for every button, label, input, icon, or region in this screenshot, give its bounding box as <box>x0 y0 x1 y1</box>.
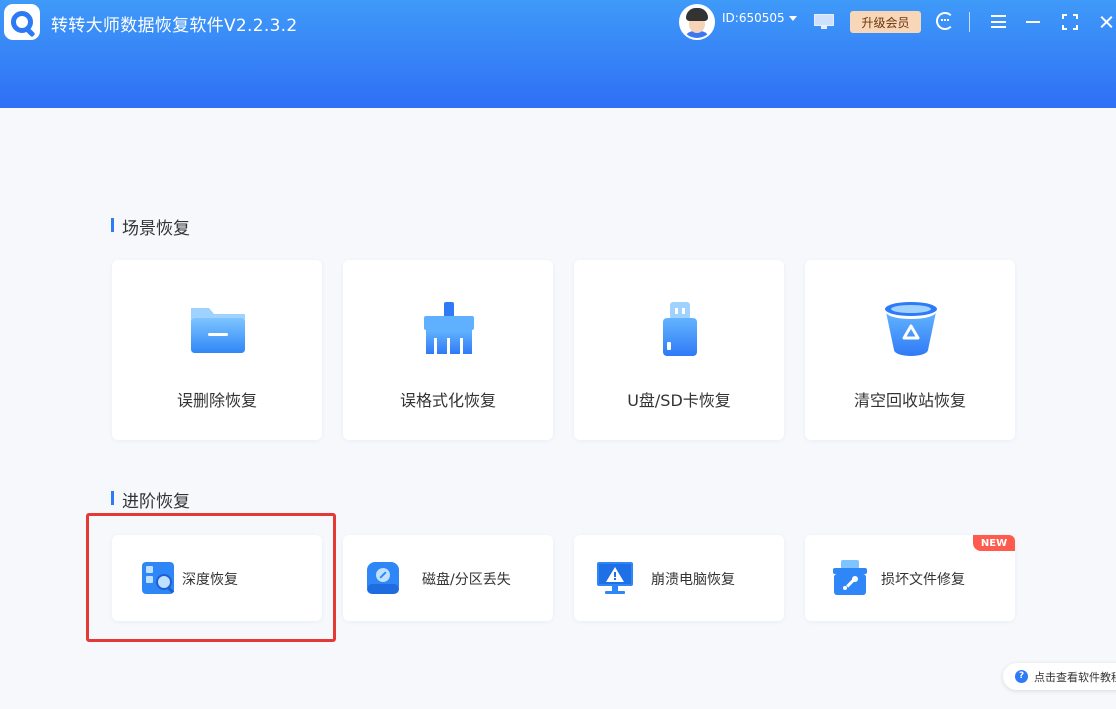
adv-card-label: 磁盘/分区丢失 <box>422 572 511 588</box>
repair-file-icon <box>833 560 867 595</box>
scene-card-label: 误格式化恢复 <box>399 391 496 410</box>
scene-card-usb-recovery[interactable]: U盘/SD卡恢复 <box>574 260 784 440</box>
scene-card-label: U盘/SD卡恢复 <box>627 391 731 410</box>
avatar[interactable] <box>679 4 715 40</box>
help-tutorial-label: 点击查看软件教程 <box>1034 671 1116 684</box>
broom-icon <box>424 302 474 354</box>
scene-card-deleted-recovery[interactable]: 误删除恢复 <box>112 260 322 440</box>
scene-card-recycle-bin-recovery[interactable]: 清空回收站恢复 <box>805 260 1015 440</box>
scene-card-label: 清空回收站恢复 <box>853 391 966 410</box>
adv-card-disk-partition-lost[interactable]: 磁盘/分区丢失 <box>343 535 553 621</box>
scene-card-format-recovery[interactable]: 误格式化恢复 <box>343 260 553 440</box>
adv-card-label: 损坏文件修复 <box>881 572 965 588</box>
adv-card-label: 崩溃电脑恢复 <box>651 572 735 588</box>
recycle-bin-icon <box>885 302 937 356</box>
menu-icon[interactable] <box>991 15 1006 28</box>
help-tutorial-button[interactable]: ? 点击查看软件教程 <box>1003 663 1116 690</box>
usb-drive-icon <box>663 302 697 356</box>
scene-card-label: 误删除恢复 <box>176 391 257 410</box>
chevron-down-icon[interactable] <box>789 16 797 21</box>
customer-service-icon[interactable] <box>936 12 954 30</box>
section-title-advanced-recovery: 进阶恢复 <box>111 487 190 512</box>
header-divider <box>969 12 970 32</box>
maximize-icon[interactable] <box>1062 14 1078 30</box>
crashed-monitor-icon <box>597 562 633 594</box>
folder-icon <box>191 308 245 353</box>
upgrade-vip-button[interactable]: 升级会员 <box>850 11 921 33</box>
new-badge: NEW <box>973 535 1015 551</box>
minimize-icon[interactable] <box>1026 21 1040 23</box>
monitor-icon[interactable] <box>814 14 834 29</box>
disk-icon <box>367 562 399 594</box>
section-title-scene-recovery: 场景恢复 <box>111 214 190 239</box>
adv-card-crashed-pc-recovery[interactable]: 崩溃电脑恢复 <box>574 535 784 621</box>
user-id-label[interactable]: ID:650505 <box>722 11 785 25</box>
app-title: 转转大师数据恢复软件V2.2.3.2 <box>51 16 298 36</box>
app-logo-icon <box>4 4 40 40</box>
title-bar: 转转大师数据恢复软件V2.2.3.2 ID:650505 升级会员 <box>0 0 1116 108</box>
help-icon: ? <box>1015 670 1028 683</box>
highlight-box <box>86 513 336 642</box>
adv-card-damaged-file-repair[interactable]: 损坏文件修复 NEW <box>805 535 1015 621</box>
close-icon[interactable] <box>1098 13 1116 31</box>
